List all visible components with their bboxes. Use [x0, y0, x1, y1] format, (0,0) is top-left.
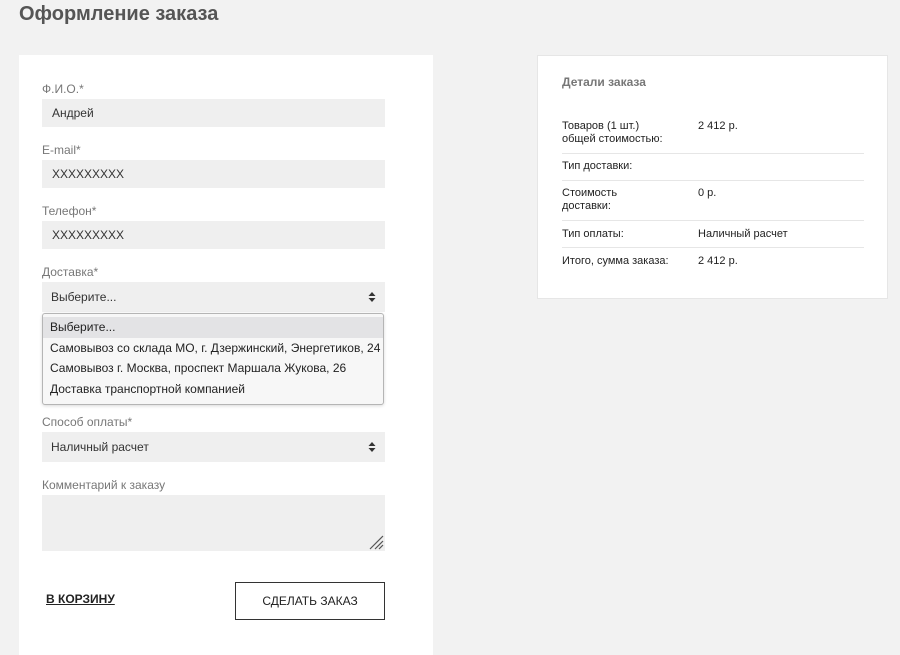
- resize-grip-icon[interactable]: [368, 534, 384, 550]
- name-field[interactable]: Андрей: [42, 99, 385, 127]
- delivery-dropdown-list: Выберите... Самовывоз со склада МО, г. Д…: [42, 313, 384, 405]
- phone-label: Телефон*: [42, 204, 97, 218]
- payment-selected-value: Наличный расчет: [51, 440, 149, 454]
- up-down-arrows-icon: [368, 292, 376, 302]
- dropdown-option[interactable]: Выберите...: [43, 317, 383, 338]
- delivery-selected-value: Выберите...: [51, 290, 117, 304]
- delivery-select[interactable]: Выберите...: [42, 282, 385, 312]
- details-row: Товаров (1 шт.) общей стоимостью: 2 412 р…: [562, 120, 864, 154]
- comment-textarea[interactable]: [42, 495, 385, 551]
- page-title: Оформление заказа: [19, 3, 219, 25]
- details-key: Итого, сумма заказа:: [562, 255, 669, 267]
- details-key: Товаров (1 шт.) общей стоимостью:: [562, 120, 663, 145]
- details-row: Стоимость доставки: 0 р.: [562, 187, 864, 221]
- details-key: Стоимость доставки:: [562, 187, 618, 212]
- dropdown-option[interactable]: Самовывоз со склада МО, г. Дзержинский, …: [43, 338, 383, 359]
- details-value: 2 412 р.: [698, 120, 738, 132]
- details-title: Детали заказа: [562, 75, 646, 89]
- details-key: Тип оплаты:: [562, 228, 624, 240]
- phone-field[interactable]: XXXXXXXXX: [42, 221, 385, 249]
- back-to-cart-link[interactable]: В КОРЗИНУ: [46, 592, 115, 606]
- details-row: Тип доставки:: [562, 160, 864, 181]
- email-field[interactable]: XXXXXXXXX: [42, 160, 385, 188]
- email-label: E-mail*: [42, 143, 81, 157]
- details-value: 0 р.: [698, 187, 717, 199]
- payment-label: Способ оплаты*: [42, 415, 133, 429]
- order-form: Ф.И.О.* Андрей E-mail* XXXXXXXXX Телефон…: [19, 55, 433, 655]
- payment-select[interactable]: Наличный расчет: [42, 432, 385, 462]
- details-row: Итого, сумма заказа: 2 412 р.: [562, 255, 864, 275]
- delivery-label: Доставка*: [42, 265, 99, 279]
- dropdown-option[interactable]: Самовывоз г. Москва, проспект Маршала Жу…: [43, 358, 383, 379]
- details-value: 2 412 р.: [698, 255, 738, 267]
- submit-order-button[interactable]: СДЕЛАТЬ ЗАКАЗ: [235, 582, 385, 620]
- comment-label: Комментарий к заказу: [42, 478, 166, 492]
- details-key: Тип доставки:: [562, 160, 633, 172]
- details-value: Наличный расчет: [698, 228, 788, 240]
- dropdown-option[interactable]: Доставка транспортной компанией: [43, 379, 383, 400]
- order-details-panel: Детали заказа Товаров (1 шт.) общей стоим…: [537, 55, 888, 299]
- name-label: Ф.И.О.*: [42, 82, 84, 96]
- details-row: Тип оплаты: Наличный расчет: [562, 228, 864, 248]
- up-down-arrows-icon: [368, 442, 376, 452]
